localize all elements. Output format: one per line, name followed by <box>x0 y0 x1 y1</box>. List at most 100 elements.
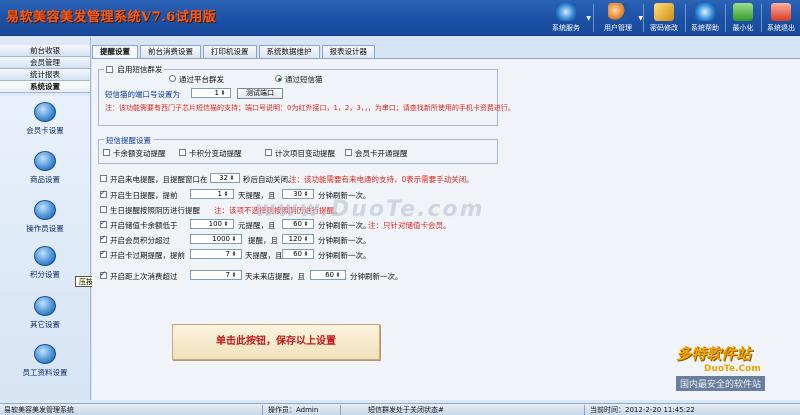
sidebar-item-other-settings[interactable]: 其它设置 <box>0 296 90 330</box>
call-remind-label: 开启来电提醒，且提醒窗口在 <box>110 175 208 184</box>
tab-reminder-settings[interactable]: 提醒设置 <box>92 45 138 59</box>
points-change-checkbox[interactable] <box>179 149 186 156</box>
birthday-days-stepper[interactable]: 1 <box>190 189 234 199</box>
low-balance-checkbox[interactable] <box>100 219 107 228</box>
points-exceed-mid-label: 提醒，且 <box>248 236 278 245</box>
product-icon <box>34 151 56 171</box>
birthday-remind-checkbox[interactable] <box>100 189 107 198</box>
low-balance-stepper[interactable]: 100 <box>190 219 234 229</box>
no-visit-refresh-suffix: 分钟刷新一次。 <box>350 272 403 281</box>
sidebar-settings-panel: 会员卡设置 商品设置 操作员设置 积分设置 其它设置 员工资料设置 <box>0 96 90 400</box>
minimize-button[interactable]: 最小化 <box>728 1 758 35</box>
title-bar: 易软美容美发管理系统V7.6试用版 系统服务 ▼ 用户管理 ▼ 密码修改 系统帮… <box>0 0 800 36</box>
sidebar: 前台收银 会员管理 统计报表 系统设置 会员卡设置 商品设置 操作员设置 积分设… <box>0 37 91 400</box>
card-open-label: 会员卡开通提醒 <box>355 149 408 158</box>
card-expire-mid-label: 天提醒，且 <box>245 251 283 260</box>
sidebar-tab-reports[interactable]: 统计报表 <box>0 69 90 81</box>
sidebar-item-staff-settings[interactable]: 员工资料设置 <box>0 344 90 378</box>
change-password-button[interactable]: 密码修改 <box>646 1 682 35</box>
test-port-button[interactable]: 测试端口 <box>237 88 283 99</box>
divider <box>593 4 594 32</box>
lunar-birthday-checkbox[interactable] <box>100 206 107 213</box>
sms-group: 启用短信群发 通过平台群发 通过短信猫 短信猫的端口号设置为 1 测试端口 注：… <box>98 64 515 126</box>
tab-front-consume-settings[interactable]: 前台消费设置 <box>140 45 201 58</box>
no-visit-refresh-stepper[interactable]: 60 <box>310 270 346 280</box>
system-exit-button[interactable]: 系统退出 <box>763 1 799 35</box>
points-change-label: 卡积分变动提醒 <box>189 149 242 158</box>
status-time: 当前时间：2012-2-20 11:45:22 <box>590 406 695 414</box>
port-label: 短信猫的端口号设置为 <box>105 90 180 99</box>
points-exceed-refresh-stepper[interactable]: 120 <box>282 234 314 244</box>
divider <box>584 405 585 415</box>
platform-sms-label: 通过平台群发 <box>179 75 224 84</box>
settings-tabs: 提醒设置 前台消费设置 打印机设置 系统数据维护 报表设计器 <box>92 45 377 59</box>
divider <box>340 405 341 415</box>
card-open-checkbox[interactable] <box>345 149 352 156</box>
count-item-change-checkbox[interactable] <box>265 149 272 156</box>
low-balance-label: 开启储值卡余额低于 <box>110 221 178 230</box>
help-icon <box>695 3 715 21</box>
call-remind-checkbox[interactable] <box>100 175 107 182</box>
sms-cat-label: 通过短信猫 <box>285 75 323 84</box>
points-exceed-refresh-suffix: 分钟刷新一次。 <box>318 236 371 245</box>
tab-printer-settings[interactable]: 打印机设置 <box>203 45 257 58</box>
chevron-down-icon[interactable]: ▼ <box>586 15 591 22</box>
sidebar-tab-members[interactable]: 会员管理 <box>0 57 90 69</box>
system-services-button[interactable]: 系统服务 ▼ <box>546 1 591 35</box>
status-app-name: 易软美容美发管理系统 <box>4 406 74 414</box>
sidebar-item-points-settings[interactable]: 积分设置 <box>0 246 90 280</box>
call-remind-note: 注：该功能需要有来电通的支持，0表示需要手动关闭。 <box>289 175 474 184</box>
status-sms: 短信群发处于关闭状态# <box>368 406 444 414</box>
no-visit-days-stepper[interactable]: 7 <box>190 270 242 280</box>
platform-sms-radio[interactable] <box>169 75 176 82</box>
card-expire-checkbox[interactable] <box>100 249 107 258</box>
watermark-logo: 多特软件站 DuoTe.Com 国内最安全的软件站 <box>676 343 766 391</box>
no-visit-mid-label: 天未来店提醒，且 <box>245 272 305 281</box>
sms-remind-group: 短信提醒设置 卡余额变动提醒 卡积分变动提醒 计次项目变动提醒 会员卡开通提醒 <box>98 135 498 164</box>
card-expire-label: 开启卡过期提醒，提前 <box>110 251 185 260</box>
save-settings-button[interactable]: 单击此按钮，保存以上设置 <box>172 324 380 360</box>
key-icon <box>654 3 674 21</box>
sms-note: 注：该功能需要有西门子芯片短信猫的支持；端口号说明：0为红外接口，1，2，3，，… <box>105 104 515 112</box>
staff-icon <box>34 344 56 364</box>
sidebar-item-card-settings[interactable]: 会员卡设置 <box>0 102 90 136</box>
points-exceed-stepper[interactable]: 1000 <box>190 234 242 244</box>
divider <box>725 4 726 32</box>
points-icon <box>34 246 56 266</box>
card-expire-refresh-stepper[interactable]: 60 <box>282 249 314 259</box>
divider <box>262 405 263 415</box>
settings-icon <box>34 296 56 316</box>
points-exceed-label: 开启会员积分超过 <box>110 236 170 245</box>
divider <box>685 4 686 32</box>
minimize-icon <box>733 3 753 21</box>
call-remind-suffix: 秒后自动关闭。 <box>243 175 296 184</box>
sidebar-item-operator-settings[interactable]: 操作员设置 <box>0 200 90 234</box>
sidebar-tab-cashier[interactable]: 前台收银 <box>0 45 90 57</box>
enable-sms-label: 启用短信群发 <box>117 65 163 74</box>
user-management-button[interactable]: 用户管理 ▼ <box>598 1 643 35</box>
services-icon <box>556 3 576 21</box>
divider <box>643 4 644 32</box>
status-bar: 易软美容美发管理系统 操作员：Admin 短信群发处于关闭状态# 当前时间：20… <box>0 403 800 415</box>
sidebar-tab-settings[interactable]: 系统设置 <box>0 81 90 93</box>
points-exceed-checkbox[interactable] <box>100 234 107 243</box>
app-title: 易软美容美发管理系统V7.6试用版 <box>6 10 217 25</box>
system-help-button[interactable]: 系统帮助 <box>687 1 723 35</box>
tab-report-designer[interactable]: 报表设计器 <box>321 45 375 58</box>
count-item-change-label: 计次项目变动提醒 <box>275 149 335 158</box>
sms-remind-title: 短信提醒设置 <box>104 135 153 146</box>
no-visit-checkbox[interactable] <box>100 270 107 279</box>
call-remind-seconds-stepper[interactable]: 32 <box>210 173 240 183</box>
tab-data-maintenance[interactable]: 系统数据维护 <box>258 45 320 58</box>
sidebar-item-product-settings[interactable]: 商品设置 <box>0 151 90 185</box>
no-visit-label: 开启距上次消费超过 <box>110 272 178 281</box>
port-stepper[interactable]: 1 <box>191 88 231 98</box>
card-icon <box>34 102 56 122</box>
enable-sms-checkbox[interactable] <box>106 66 113 73</box>
card-expire-days-stepper[interactable]: 7 <box>190 249 242 259</box>
sms-cat-radio[interactable] <box>275 75 282 82</box>
balance-change-checkbox[interactable] <box>103 149 110 156</box>
users-icon <box>608 3 628 21</box>
operator-icon <box>34 200 56 220</box>
watermark-text: www.DuoTe.com <box>255 197 485 222</box>
